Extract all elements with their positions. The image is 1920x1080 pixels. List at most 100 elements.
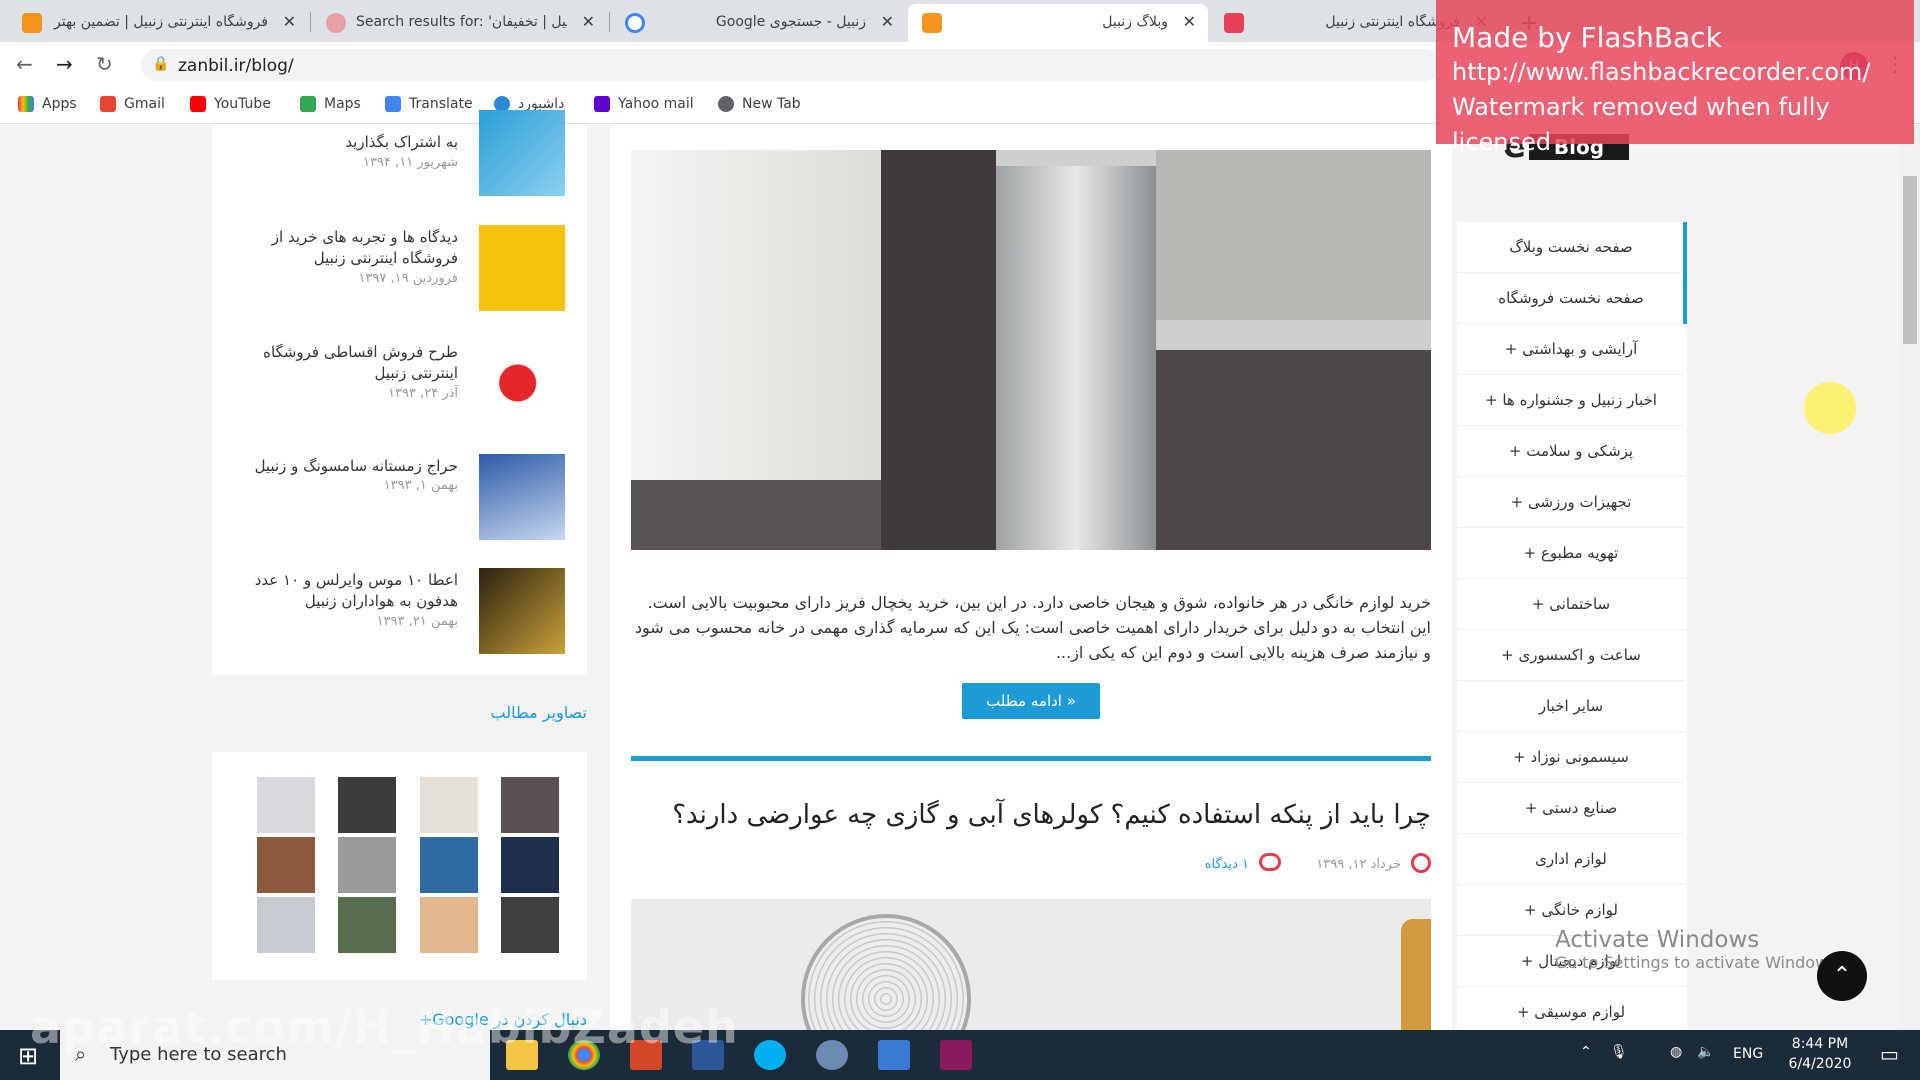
bookmark-gmail[interactable]: Gmail [100, 96, 165, 112]
microphone-icon[interactable]: 🎙 [1610, 1044, 1628, 1060]
activate-title: Activate Windows [1555, 927, 1760, 953]
post-date: فروردین ۱۹, ۱۳۹۷ [358, 271, 458, 286]
post-thumbnail[interactable] [479, 568, 565, 654]
menu-item[interactable]: لوازم اداری [1457, 834, 1685, 885]
post-title[interactable]: طرح فروش اقساطی فروشگاه اینترنتی زنبیل [218, 342, 458, 384]
menu-active-indicator [1683, 222, 1687, 324]
recent-post[interactable]: به اشتراک بگذارید شهریور ۱۱, ۱۳۹۴ [232, 110, 565, 196]
gallery-image[interactable] [338, 837, 396, 893]
menu-item[interactable]: آرایشی و بهداشتی + [1457, 324, 1685, 375]
post-date: شهریور ۱۱, ۱۳۹۴ [363, 155, 458, 170]
post-thumbnail[interactable] [479, 454, 565, 540]
close-icon[interactable]: ✕ [881, 12, 894, 31]
post-title[interactable]: دیدگاه ها و تجربه های خرید از فروشگاه ای… [218, 227, 458, 269]
scrollbar-thumb[interactable] [1903, 176, 1917, 344]
tab-zanbil-blog[interactable]: وبلاگ زنبیل ✕ [908, 4, 1208, 42]
gallery-image[interactable] [338, 777, 396, 833]
bookmark-apps[interactable]: Apps [18, 96, 77, 112]
menu-item[interactable]: سیسمونی نوزاد + [1457, 732, 1685, 783]
gallery-image[interactable] [501, 897, 559, 953]
refrigerator-post-image[interactable] [631, 150, 1431, 550]
tab-title: فروشگاه اینترنتی زنبیل [1325, 14, 1460, 30]
post-title[interactable]: اعطا ۱۰ موس وایرلس و ۱۰ عدد هدفون به هوا… [218, 570, 458, 612]
skype-icon[interactable] [754, 1040, 786, 1070]
address-bar[interactable] [141, 49, 1441, 81]
read-more-button[interactable]: ادامه مطلب » [962, 683, 1100, 719]
volume-icon[interactable]: 🔈 [1697, 1044, 1714, 1060]
post-date: بهمن ۱, ۱۳۹۳ [383, 478, 458, 493]
post-title-heading[interactable]: چرا باید از پنکه استفاده کنیم؟ کولرهای آ… [631, 800, 1431, 830]
app-icon[interactable] [816, 1040, 848, 1070]
forward-arrow-icon[interactable]: → [56, 52, 73, 76]
menu-item[interactable]: پزشکی و سلامت + [1457, 426, 1685, 477]
aparat-watermark: aparat.com/H_HabibZadeh [30, 1000, 739, 1054]
scroll-to-top-button[interactable]: ⌃ [1817, 951, 1867, 1001]
recent-post[interactable]: حراج زمستانه سامسونگ و زنبیل بهمن ۱, ۱۳۹… [232, 454, 565, 540]
comments-icon [1259, 853, 1281, 871]
activate-subtitle: Go to Settings to activate Windows. [1555, 953, 1842, 972]
language-indicator[interactable]: ENG [1733, 1046, 1763, 1062]
post-title[interactable]: به اشتراک بگذارید [218, 132, 458, 153]
gallery-image[interactable] [420, 837, 478, 893]
notifications-icon[interactable]: ▭ [1880, 1042, 1899, 1066]
gallery-image[interactable] [338, 897, 396, 953]
fan-post-image[interactable] [631, 899, 1431, 1030]
clock-time: 8:44 PM [1791, 1036, 1849, 1052]
menu-item[interactable]: صفحه نخست فروشگاه [1457, 273, 1685, 324]
post-thumbnail[interactable] [479, 340, 565, 426]
system-clock[interactable]: 8:44 PM 6/4/2020 [1775, 1034, 1865, 1074]
watermark-title: Made by FlashBack [1452, 21, 1722, 54]
post-excerpt: خرید لوازم خانگی در هر خانواده، شوق و هی… [634, 593, 1431, 662]
comment-count[interactable]: ۱ دیدگاه [1205, 857, 1249, 872]
gallery-image[interactable] [420, 897, 478, 953]
url-text[interactable]: zanbil.ir/blog/ [178, 56, 294, 76]
post-divider [631, 756, 1431, 761]
tab-search-results[interactable]: Search results for: 'زنبیل | تخفیفان' ✕ [312, 4, 607, 42]
recent-post[interactable]: اعطا ۱۰ موس وایرلس و ۱۰ عدد هدفون به هوا… [232, 568, 565, 654]
recent-post[interactable]: طرح فروش اقساطی فروشگاه اینترنتی زنبیل آ… [232, 340, 565, 426]
menu-item[interactable]: صفحه نخست وبلاگ [1457, 222, 1685, 273]
post-thumbnail[interactable] [479, 110, 565, 196]
post-title[interactable]: حراج زمستانه سامسونگ و زنبیل [218, 456, 458, 477]
gmail-icon [100, 96, 116, 112]
gallery-image[interactable] [501, 777, 559, 833]
close-icon[interactable]: ✕ [283, 12, 296, 31]
search-results-icon [326, 13, 346, 33]
tab-google-search[interactable]: زنبیل - جستجوی Google ✕ [611, 4, 906, 42]
back-arrow-icon[interactable]: ← [16, 52, 33, 76]
menu-item[interactable]: اخبار زنبیل و جشنواره ها + [1457, 375, 1685, 426]
clock-icon [1411, 853, 1431, 873]
bookmark-new-tab[interactable]: New Tab [718, 96, 801, 112]
gallery-image[interactable] [501, 837, 559, 893]
close-icon[interactable]: ✕ [582, 12, 595, 31]
activate-windows-notice: Activate Windows Go to Settings to activ… [1555, 927, 1842, 972]
menu-item[interactable]: ساختمانی + [1457, 579, 1685, 630]
menu-item[interactable]: لوازم موسیقی + [1457, 987, 1685, 1030]
menu-item[interactable]: ساعت و اکسسوری + [1457, 630, 1685, 681]
gallery-image[interactable] [257, 837, 315, 893]
recent-post[interactable]: دیدگاه ها و تجربه های خرید از فروشگاه ای… [232, 225, 565, 311]
post-thumbnail[interactable] [479, 225, 565, 311]
menu-item[interactable]: سایر اخبار [1457, 681, 1685, 732]
tray-up-arrow-icon[interactable]: ⌃ [1580, 1044, 1592, 1060]
bookmark-yahoo-mail[interactable]: Yahoo mail [594, 96, 694, 112]
menu-item[interactable]: تهویه مطبوع + [1457, 528, 1685, 579]
tab-zanbil-store[interactable]: فروشگاه اینترنتی زنبیل | تضمین بهتر ✕ [8, 4, 308, 42]
reload-icon[interactable]: ↻ [96, 52, 113, 76]
menu-item[interactable]: تجهیزات ورزشی + [1457, 477, 1685, 528]
gallery-image[interactable] [257, 897, 315, 953]
menu-item[interactable]: صنایع دستی + [1457, 783, 1685, 834]
lock-icon[interactable]: 🔒 [152, 56, 169, 72]
network-icon[interactable]: ◍ [1670, 1044, 1682, 1060]
recorder-icon[interactable] [940, 1040, 972, 1070]
tab-title: زنبیل - جستجوی Google [715, 14, 866, 30]
gallery-image[interactable] [420, 777, 478, 833]
google-icon [625, 13, 645, 33]
zanbil-icon [922, 13, 942, 33]
gallery-image[interactable] [257, 777, 315, 833]
photos-icon[interactable] [878, 1040, 910, 1070]
tab-title: Search results for: 'زنبیل | تخفیفان' [356, 14, 567, 30]
close-icon[interactable]: ✕ [1183, 12, 1196, 31]
category-menu: صفحه نخست وبلاگ صفحه نخست فروشگاه آرایشی… [1457, 222, 1687, 1030]
gallery-title: تصاویر مطالب [490, 703, 587, 722]
